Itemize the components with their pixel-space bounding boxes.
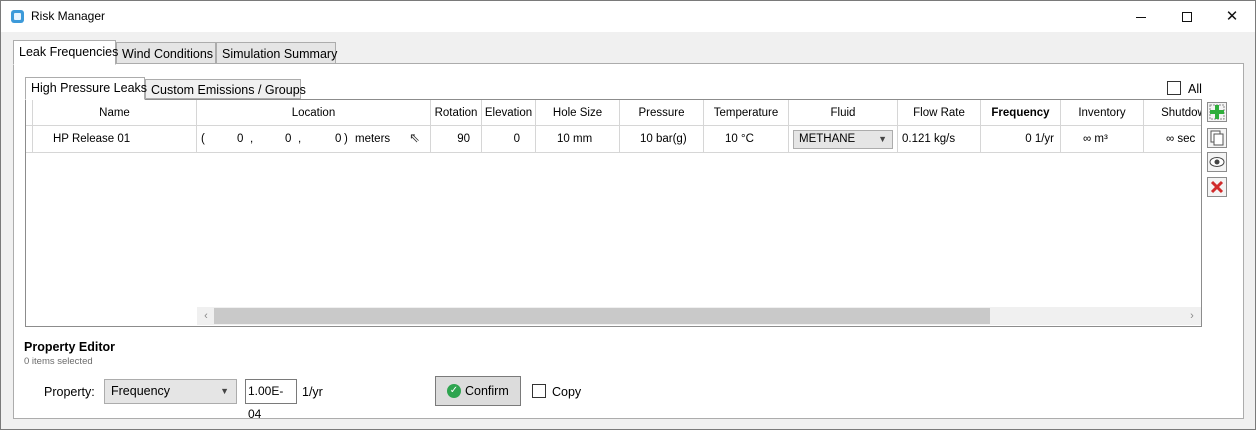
- maximize-icon: [1182, 12, 1192, 23]
- add-leak-button[interactable]: [1207, 102, 1227, 122]
- copy-leak-button[interactable]: [1207, 128, 1227, 148]
- property-select-value: Frequency: [111, 384, 171, 398]
- cell-flow-rate[interactable]: 0.121 kg/s: [898, 126, 981, 153]
- tab-high-pressure-leaks[interactable]: High Pressure Leaks: [25, 77, 147, 100]
- column-header-inventory[interactable]: Inventory: [1061, 100, 1144, 126]
- mouse-cursor-icon: ⇖: [409, 130, 420, 145]
- eye-icon: [1209, 157, 1225, 167]
- column-header-name[interactable]: Name: [33, 100, 197, 126]
- column-header-flow-rate[interactable]: Flow Rate: [898, 100, 981, 126]
- select-all-label: All: [1188, 82, 1202, 96]
- cell-rotation[interactable]: 90: [431, 126, 482, 153]
- select-all-checkbox[interactable]: [1167, 81, 1181, 95]
- column-header-pressure[interactable]: Pressure: [620, 100, 704, 126]
- column-header-rotation[interactable]: Rotation: [431, 100, 482, 126]
- property-label: Property:: [44, 385, 95, 399]
- tab-custom-emissions-groups[interactable]: Custom Emissions / Groups: [145, 79, 306, 99]
- property-select[interactable]: Frequency ▼: [104, 379, 237, 404]
- confirm-label: Confirm: [465, 384, 509, 398]
- cell-shutdown[interactable]: ∞ sec: [1144, 126, 1201, 153]
- grid-header: Name Location Rotation Elevation Hole Si…: [26, 100, 1201, 126]
- minimize-button[interactable]: [1118, 1, 1164, 32]
- location-sep-1: ,: [250, 133, 254, 145]
- cell-frequency[interactable]: 0 1/yr: [981, 126, 1061, 153]
- title-bar: Risk Manager ✕: [1, 1, 1255, 32]
- scroll-right-icon[interactable]: ›: [1183, 307, 1201, 325]
- leaks-grid: Name Location Rotation Elevation Hole Si…: [25, 99, 1202, 327]
- fluid-select[interactable]: METHANE ▼: [793, 130, 893, 149]
- close-button[interactable]: ✕: [1209, 1, 1255, 32]
- copy-label: Copy: [552, 385, 582, 399]
- cell-hole-size[interactable]: 10 mm: [536, 126, 620, 153]
- view-leak-button[interactable]: [1207, 152, 1227, 172]
- column-header-hole-size[interactable]: Hole Size: [536, 100, 620, 126]
- tab-leak-frequencies[interactable]: Leak Frequencies: [13, 40, 118, 65]
- selection-count: 0 items selected: [24, 356, 93, 367]
- property-value-input[interactable]: 1.00E-04: [245, 379, 297, 421]
- cell-fluid[interactable]: METHANE ▼: [789, 126, 898, 153]
- location-close-paren: ): [344, 133, 348, 145]
- column-header-location[interactable]: Location: [197, 100, 431, 126]
- chevron-down-icon: ▼: [220, 386, 229, 396]
- property-editor-title: Property Editor: [24, 340, 115, 354]
- row-header-corner: [26, 100, 33, 126]
- chevron-down-icon: ▼: [878, 134, 887, 144]
- column-header-temperature[interactable]: Temperature: [704, 100, 789, 126]
- column-header-elevation[interactable]: Elevation: [482, 100, 536, 126]
- cell-temperature[interactable]: 10 °C: [704, 126, 789, 153]
- property-unit: 1/yr: [302, 385, 323, 399]
- location-y[interactable]: 0: [285, 126, 291, 152]
- column-header-shutdown[interactable]: Shutdow: [1144, 100, 1201, 126]
- copy-checkbox[interactable]: [532, 384, 546, 398]
- cell-location[interactable]: ( 0 , 0 , 0 ) meters ⇖: [197, 126, 431, 153]
- add-icon: [1209, 104, 1225, 120]
- location-sep-2: ,: [298, 133, 302, 145]
- minimize-icon: [1136, 16, 1146, 18]
- delete-icon: [1210, 180, 1224, 194]
- confirm-button[interactable]: ✓ Confirm: [435, 376, 521, 406]
- row-header[interactable]: [26, 126, 33, 153]
- location-x[interactable]: 0: [237, 126, 243, 152]
- fluid-select-value: METHANE: [799, 133, 856, 145]
- column-header-fluid[interactable]: Fluid: [789, 100, 898, 126]
- scrollbar-thumb[interactable]: [214, 308, 990, 324]
- copy-icon: [1210, 130, 1224, 146]
- maximize-button[interactable]: [1164, 1, 1210, 32]
- checkmark-icon: ✓: [447, 384, 461, 398]
- column-header-frequency[interactable]: Frequency: [981, 100, 1061, 126]
- location-z[interactable]: 0: [335, 126, 341, 152]
- location-open-paren: (: [201, 133, 205, 145]
- location-unit: meters: [355, 133, 391, 145]
- cell-elevation[interactable]: 0: [482, 126, 536, 153]
- delete-leak-button[interactable]: [1207, 177, 1227, 197]
- app-icon: [11, 10, 24, 23]
- table-row[interactable]: HP Release 01 ( 0 , 0 , 0 ) meters ⇖ 90 …: [26, 126, 1201, 153]
- cell-pressure[interactable]: 10 bar(g): [620, 126, 704, 153]
- cell-inventory[interactable]: ∞ m³: [1061, 126, 1144, 153]
- cell-name[interactable]: HP Release 01: [33, 126, 197, 153]
- horizontal-scrollbar[interactable]: ‹ ›: [197, 307, 1201, 325]
- window-title: Risk Manager: [31, 9, 106, 23]
- tab-wind-conditions[interactable]: Wind Conditions: [116, 42, 216, 64]
- scroll-left-icon[interactable]: ‹: [197, 307, 215, 325]
- tab-simulation-summary[interactable]: Simulation Summary: [216, 42, 337, 64]
